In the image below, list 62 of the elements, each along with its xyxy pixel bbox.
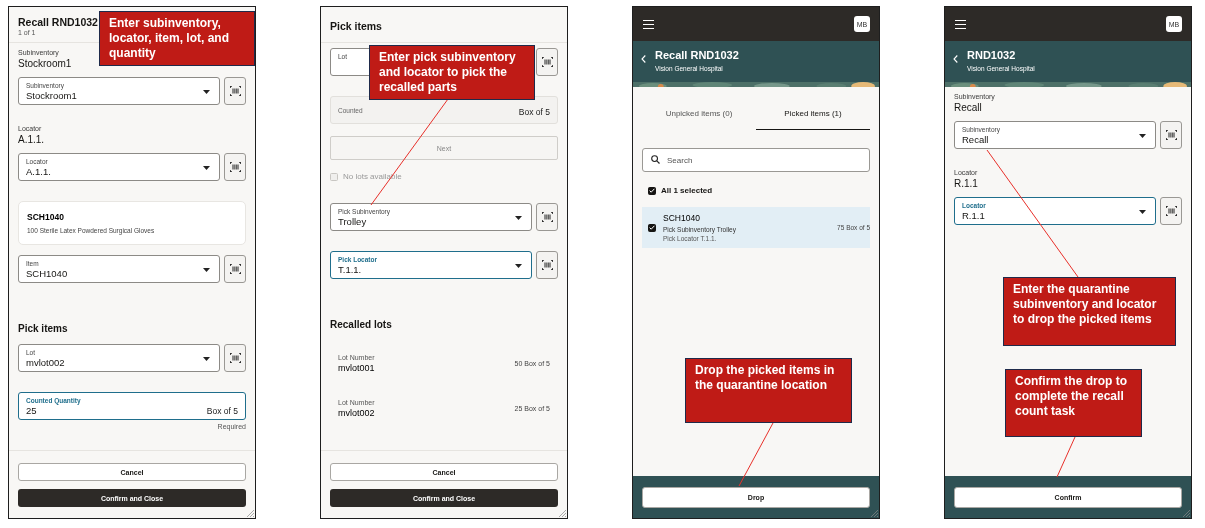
leader-line <box>1056 436 1076 478</box>
section-heading: Pick items <box>18 323 69 334</box>
resize-grip-icon <box>1182 509 1190 517</box>
back-icon[interactable] <box>641 55 646 63</box>
leader-line <box>738 422 774 487</box>
barcode-scan-icon <box>1165 206 1177 216</box>
barcode-scan-icon <box>541 57 553 67</box>
scan-button[interactable] <box>1160 197 1182 225</box>
callout-tooltip: Enter the quarantine subinventory and locator to drop the picked items <box>1003 277 1176 346</box>
field-value: A.1.1. <box>18 134 45 145</box>
callout-tooltip: Enter subinventory, locator, item, lot, and quantity <box>99 11 255 66</box>
barcode-scan-icon <box>229 353 241 363</box>
caret-icon <box>203 268 210 272</box>
menu-icon[interactable] <box>955 19 966 29</box>
callout-tooltip: Confirm the drop to complete the recall count task <box>1005 369 1142 437</box>
scan-button[interactable] <box>224 77 246 105</box>
checkbox[interactable] <box>648 223 656 232</box>
caret-icon <box>1139 210 1146 214</box>
scan-button[interactable] <box>536 48 558 76</box>
page-title: Pick items <box>330 20 382 32</box>
page-title: Recall RND1032 <box>18 16 98 28</box>
caret-icon <box>203 357 210 361</box>
resize-grip-icon <box>246 509 254 517</box>
barcode-scan-icon <box>229 162 241 172</box>
scan-button[interactable] <box>224 344 246 372</box>
page-title: Recall RND1032 <box>655 49 739 61</box>
caret-icon <box>515 216 522 220</box>
tab[interactable]: Unpicked items (0) <box>642 97 756 130</box>
caret-icon <box>1139 134 1146 138</box>
search-icon <box>651 155 660 164</box>
menu-icon[interactable] <box>643 19 654 29</box>
callout-tooltip: Drop the picked items in the quarantine location <box>685 358 852 423</box>
caret-icon <box>203 166 210 170</box>
page-title: RND1032 <box>967 49 1017 61</box>
select-all-label: All 1 selected <box>661 186 713 195</box>
scan-button[interactable] <box>536 251 558 279</box>
back-icon[interactable] <box>953 55 958 63</box>
tab[interactable]: Picked items (1) <box>756 97 870 130</box>
lot-number: mvlot002 <box>338 408 375 418</box>
item-number: SCH1040 <box>27 212 65 222</box>
lot-number: mvlot001 <box>338 363 375 373</box>
field-value: R.1.1 <box>954 178 978 189</box>
resize-grip-icon <box>558 509 566 517</box>
section-heading: Recalled lots <box>330 319 393 330</box>
field-value: Stockroom1 <box>18 58 72 69</box>
checkbox[interactable] <box>648 186 656 195</box>
scan-button[interactable] <box>536 203 558 231</box>
barcode-scan-icon <box>541 212 553 222</box>
item-number: SCH1040 <box>663 213 701 223</box>
scan-button[interactable] <box>224 255 246 283</box>
field-value: Recall <box>954 102 982 113</box>
caret-icon <box>203 90 210 94</box>
resize-grip-icon <box>870 509 878 517</box>
barcode-scan-icon <box>1165 130 1177 140</box>
scan-button[interactable] <box>1160 121 1182 149</box>
barcode-scan-icon <box>229 86 241 96</box>
barcode-scan-icon <box>229 264 241 274</box>
search-field[interactable]: Search <box>642 148 870 172</box>
caret-icon <box>515 264 522 268</box>
scan-button[interactable] <box>224 153 246 181</box>
callout-tooltip: Enter pick subinventory and locator to pick the recalled parts <box>369 45 535 100</box>
barcode-scan-icon <box>541 260 553 270</box>
